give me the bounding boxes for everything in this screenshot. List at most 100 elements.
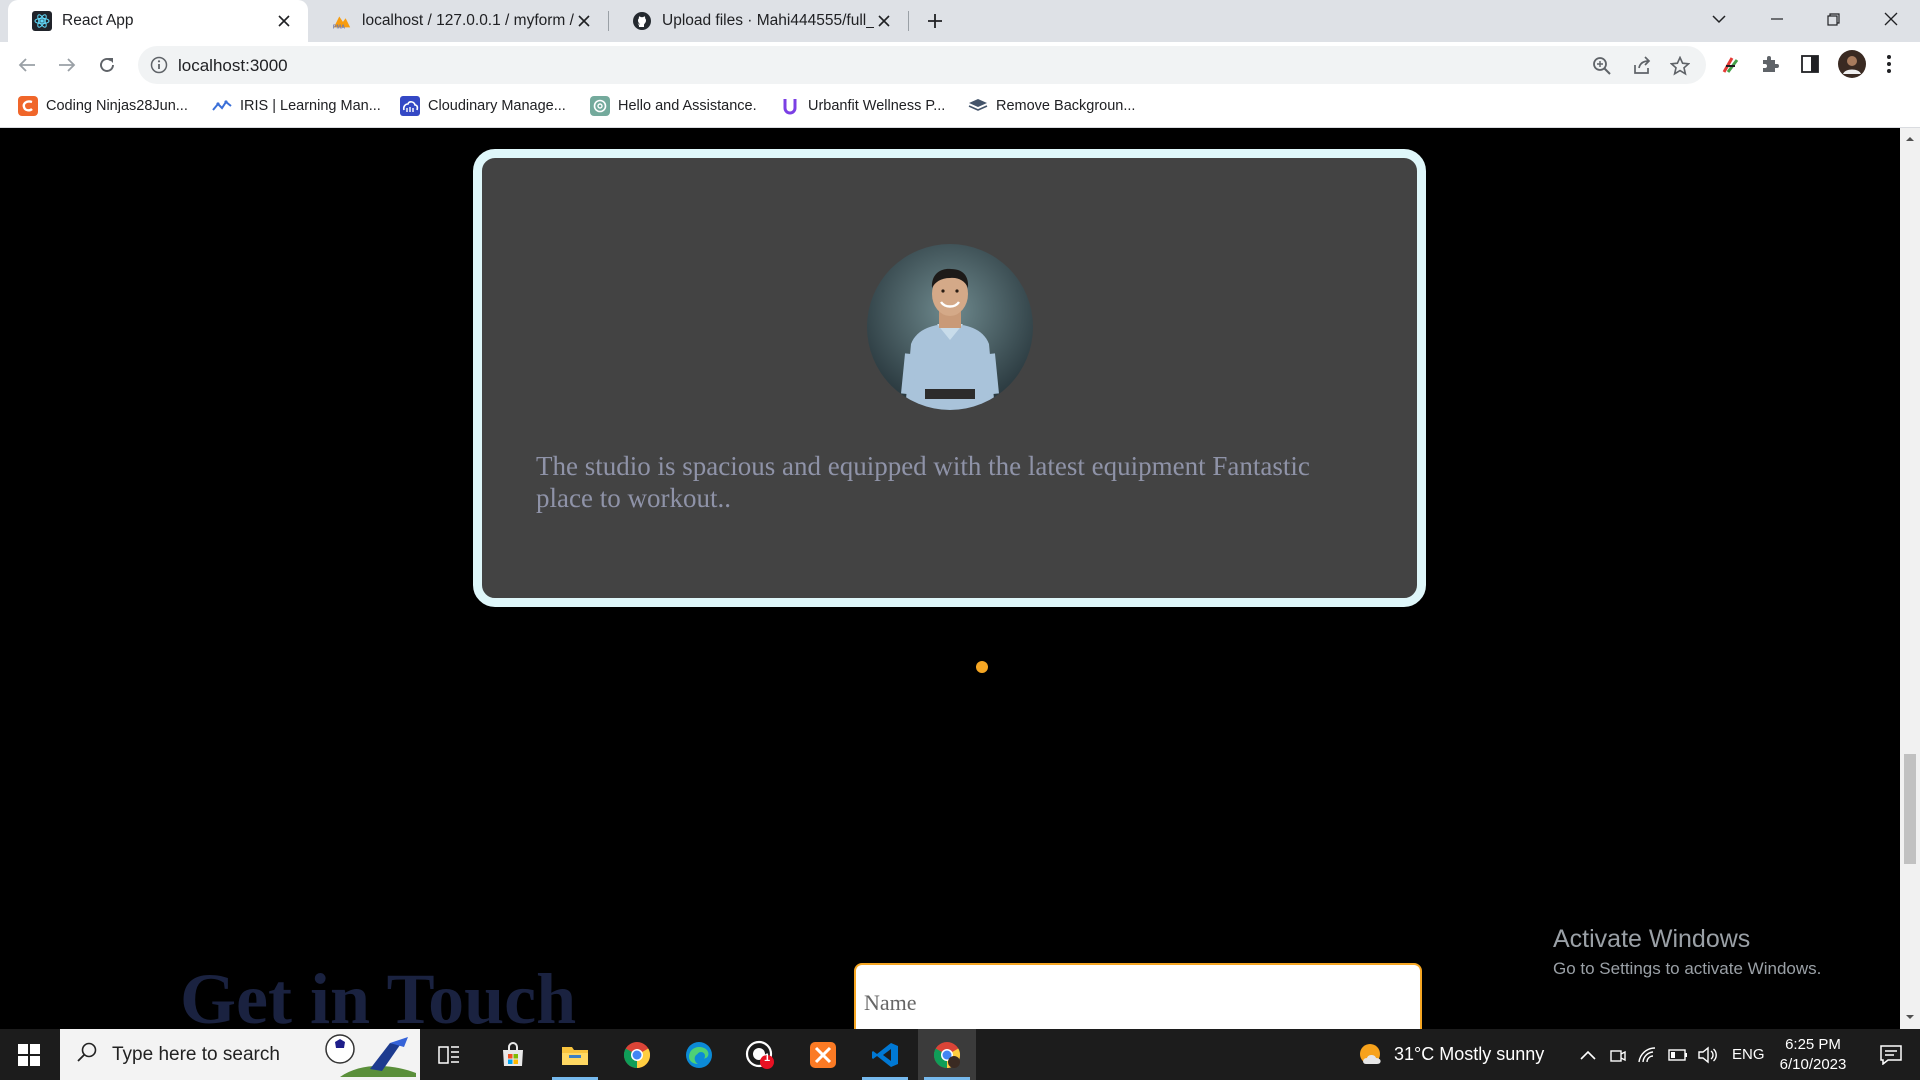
chrome-menu-icon[interactable] — [1886, 54, 1892, 79]
bookmark-remove-bg[interactable]: Remove Backgroun... — [968, 88, 1135, 124]
scroll-down-arrow-icon[interactable] — [1905, 1012, 1915, 1022]
extension-colorful-icon[interactable] — [1720, 54, 1742, 81]
bookmark-label: IRIS | Learning Man... — [240, 98, 381, 114]
notifications-icon — [1880, 1044, 1902, 1065]
browser-tab-bar: React App PMA localhost / 127.0.0.1 / my… — [0, 0, 1920, 42]
extensions-puzzle-icon[interactable] — [1760, 54, 1780, 79]
task-view-button[interactable] — [420, 1029, 478, 1080]
tab-phpmyadmin[interactable]: PMA localhost / 127.0.0.1 / myform / f — [308, 0, 608, 42]
reload-button[interactable] — [92, 50, 122, 80]
windows-taskbar: Type here to search 1 31°C Mostly sunny — [0, 1029, 1920, 1080]
scrollbar-thumb[interactable] — [1904, 754, 1916, 864]
file-explorer-icon — [562, 1046, 588, 1065]
volume-icon[interactable] — [1698, 1046, 1718, 1064]
close-window-button[interactable] — [1868, 0, 1914, 38]
page-scrollbar[interactable] — [1900, 128, 1920, 1029]
windows-logo-icon — [18, 1043, 40, 1066]
restore-button[interactable] — [1810, 0, 1856, 38]
taskbar-edge[interactable] — [670, 1029, 728, 1080]
remove-bg-icon — [968, 96, 988, 116]
taskbar-xampp[interactable] — [794, 1029, 852, 1080]
system-tray-icons: ENG — [1580, 1029, 1765, 1080]
taskbar-store[interactable] — [484, 1029, 542, 1080]
language-indicator[interactable]: ENG — [1732, 1046, 1765, 1063]
search-icon — [76, 1041, 98, 1068]
tab-title: Upload files · Mahi444555/full_st — [662, 12, 874, 29]
show-hidden-icons-chevron-icon[interactable] — [1580, 1049, 1596, 1061]
react-icon — [32, 11, 52, 31]
taskbar-vscode[interactable] — [856, 1029, 914, 1080]
start-button[interactable] — [0, 1029, 58, 1080]
new-tab-button[interactable] — [922, 8, 948, 34]
close-tab-icon[interactable] — [874, 11, 894, 31]
weather-text: 31°C Mostly sunny — [1394, 1044, 1545, 1064]
bookmark-label: Urbanfit Wellness P... — [808, 98, 946, 114]
taskbar-chat-app[interactable]: 1 — [732, 1029, 790, 1080]
forward-button[interactable] — [52, 50, 82, 80]
bookmark-coding-ninjas[interactable]: Coding Ninjas28Jun... — [18, 88, 188, 124]
tab-github-upload[interactable]: Upload files · Mahi444555/full_st — [608, 0, 908, 42]
bookmark-chatgpt[interactable]: Hello and Assistance. — [590, 88, 757, 124]
chrome-profile-icon — [933, 1041, 961, 1068]
activate-windows-title: Activate Windows — [1553, 925, 1751, 953]
carousel-dot[interactable] — [976, 661, 988, 673]
close-tab-icon[interactable] — [574, 11, 594, 31]
microsoft-store-icon — [503, 1041, 523, 1066]
zoom-icon[interactable] — [1592, 56, 1612, 81]
tab-search-chevron-icon[interactable] — [1696, 0, 1742, 38]
taskbar-clock[interactable]: 6:25 PM 6/10/2023 — [1768, 1035, 1858, 1075]
side-panel-icon[interactable] — [1800, 54, 1820, 79]
tab-react-app[interactable]: React App — [8, 0, 308, 42]
meet-now-icon[interactable] — [1610, 1046, 1626, 1064]
search-highlight-football-icon — [320, 1033, 416, 1077]
bookmark-cloudinary[interactable]: Cloudinary Manage... — [400, 88, 566, 124]
taskbar-search-box[interactable]: Type here to search — [60, 1029, 420, 1080]
bookmark-urbanfit[interactable]: Urbanfit Wellness P... — [780, 88, 945, 124]
phpmyadmin-icon: PMA — [332, 11, 352, 31]
battery-icon[interactable] — [1668, 1048, 1688, 1061]
clock-date: 6/10/2023 — [1779, 1056, 1847, 1073]
minimize-button[interactable] — [1754, 0, 1800, 38]
taskbar-chrome-active[interactable] — [918, 1029, 976, 1080]
bookmarks-bar: Coding Ninjas28Jun... IRIS | Learning Ma… — [0, 88, 1920, 128]
xampp-icon — [810, 1041, 836, 1068]
bookmark-star-icon[interactable] — [1669, 55, 1691, 81]
back-button[interactable] — [12, 50, 42, 80]
clock-time: 6:25 PM — [1785, 1036, 1841, 1053]
share-icon[interactable] — [1632, 56, 1652, 81]
taskbar-chrome[interactable] — [608, 1029, 666, 1080]
activate-windows-watermark: Activate Windows Go to Settings to activ… — [1553, 925, 1821, 979]
browser-toolbar: localhost:3000 — [0, 42, 1920, 88]
url-text[interactable]: localhost:3000 — [178, 56, 288, 76]
contact-heading: Get in Touch — [180, 959, 577, 1029]
bookmark-label: Cloudinary Manage... — [428, 98, 566, 114]
testimonial-quote: The studio is spacious and equipped with… — [536, 451, 1310, 513]
iris-icon — [212, 96, 232, 116]
weather-widget[interactable]: 31°C Mostly sunny — [1358, 1029, 1544, 1080]
activate-windows-subtitle: Go to Settings to activate Windows. — [1553, 959, 1822, 978]
urbanfit-icon — [780, 96, 800, 116]
cloudinary-icon — [400, 96, 420, 116]
wifi-icon[interactable] — [1638, 1046, 1656, 1063]
bookmark-iris[interactable]: IRIS | Learning Man... — [212, 88, 381, 124]
vscode-icon — [872, 1042, 898, 1067]
openai-icon — [590, 96, 610, 116]
page-viewport: The studio is spacious and equipped with… — [0, 128, 1900, 1029]
edge-icon — [686, 1041, 712, 1068]
tab-title: localhost / 127.0.0.1 / myform / f — [362, 12, 574, 29]
scroll-up-arrow-icon[interactable] — [1905, 134, 1915, 144]
chrome-icon — [623, 1041, 651, 1068]
profile-avatar[interactable] — [1838, 50, 1866, 83]
address-bar[interactable]: localhost:3000 — [138, 46, 1706, 84]
task-view-icon — [438, 1045, 459, 1064]
coding-ninjas-icon — [18, 96, 38, 116]
name-input[interactable] — [854, 963, 1422, 1029]
close-tab-icon[interactable] — [274, 11, 294, 31]
action-center-button[interactable] — [1862, 1029, 1920, 1080]
github-icon — [632, 11, 652, 31]
site-info-icon[interactable] — [150, 56, 168, 79]
testimonial-card: The studio is spacious and equipped with… — [473, 149, 1426, 607]
taskbar-search-placeholder: Type here to search — [112, 1043, 280, 1065]
taskbar-file-explorer[interactable] — [546, 1029, 604, 1080]
bookmark-label: Coding Ninjas28Jun... — [46, 98, 188, 114]
